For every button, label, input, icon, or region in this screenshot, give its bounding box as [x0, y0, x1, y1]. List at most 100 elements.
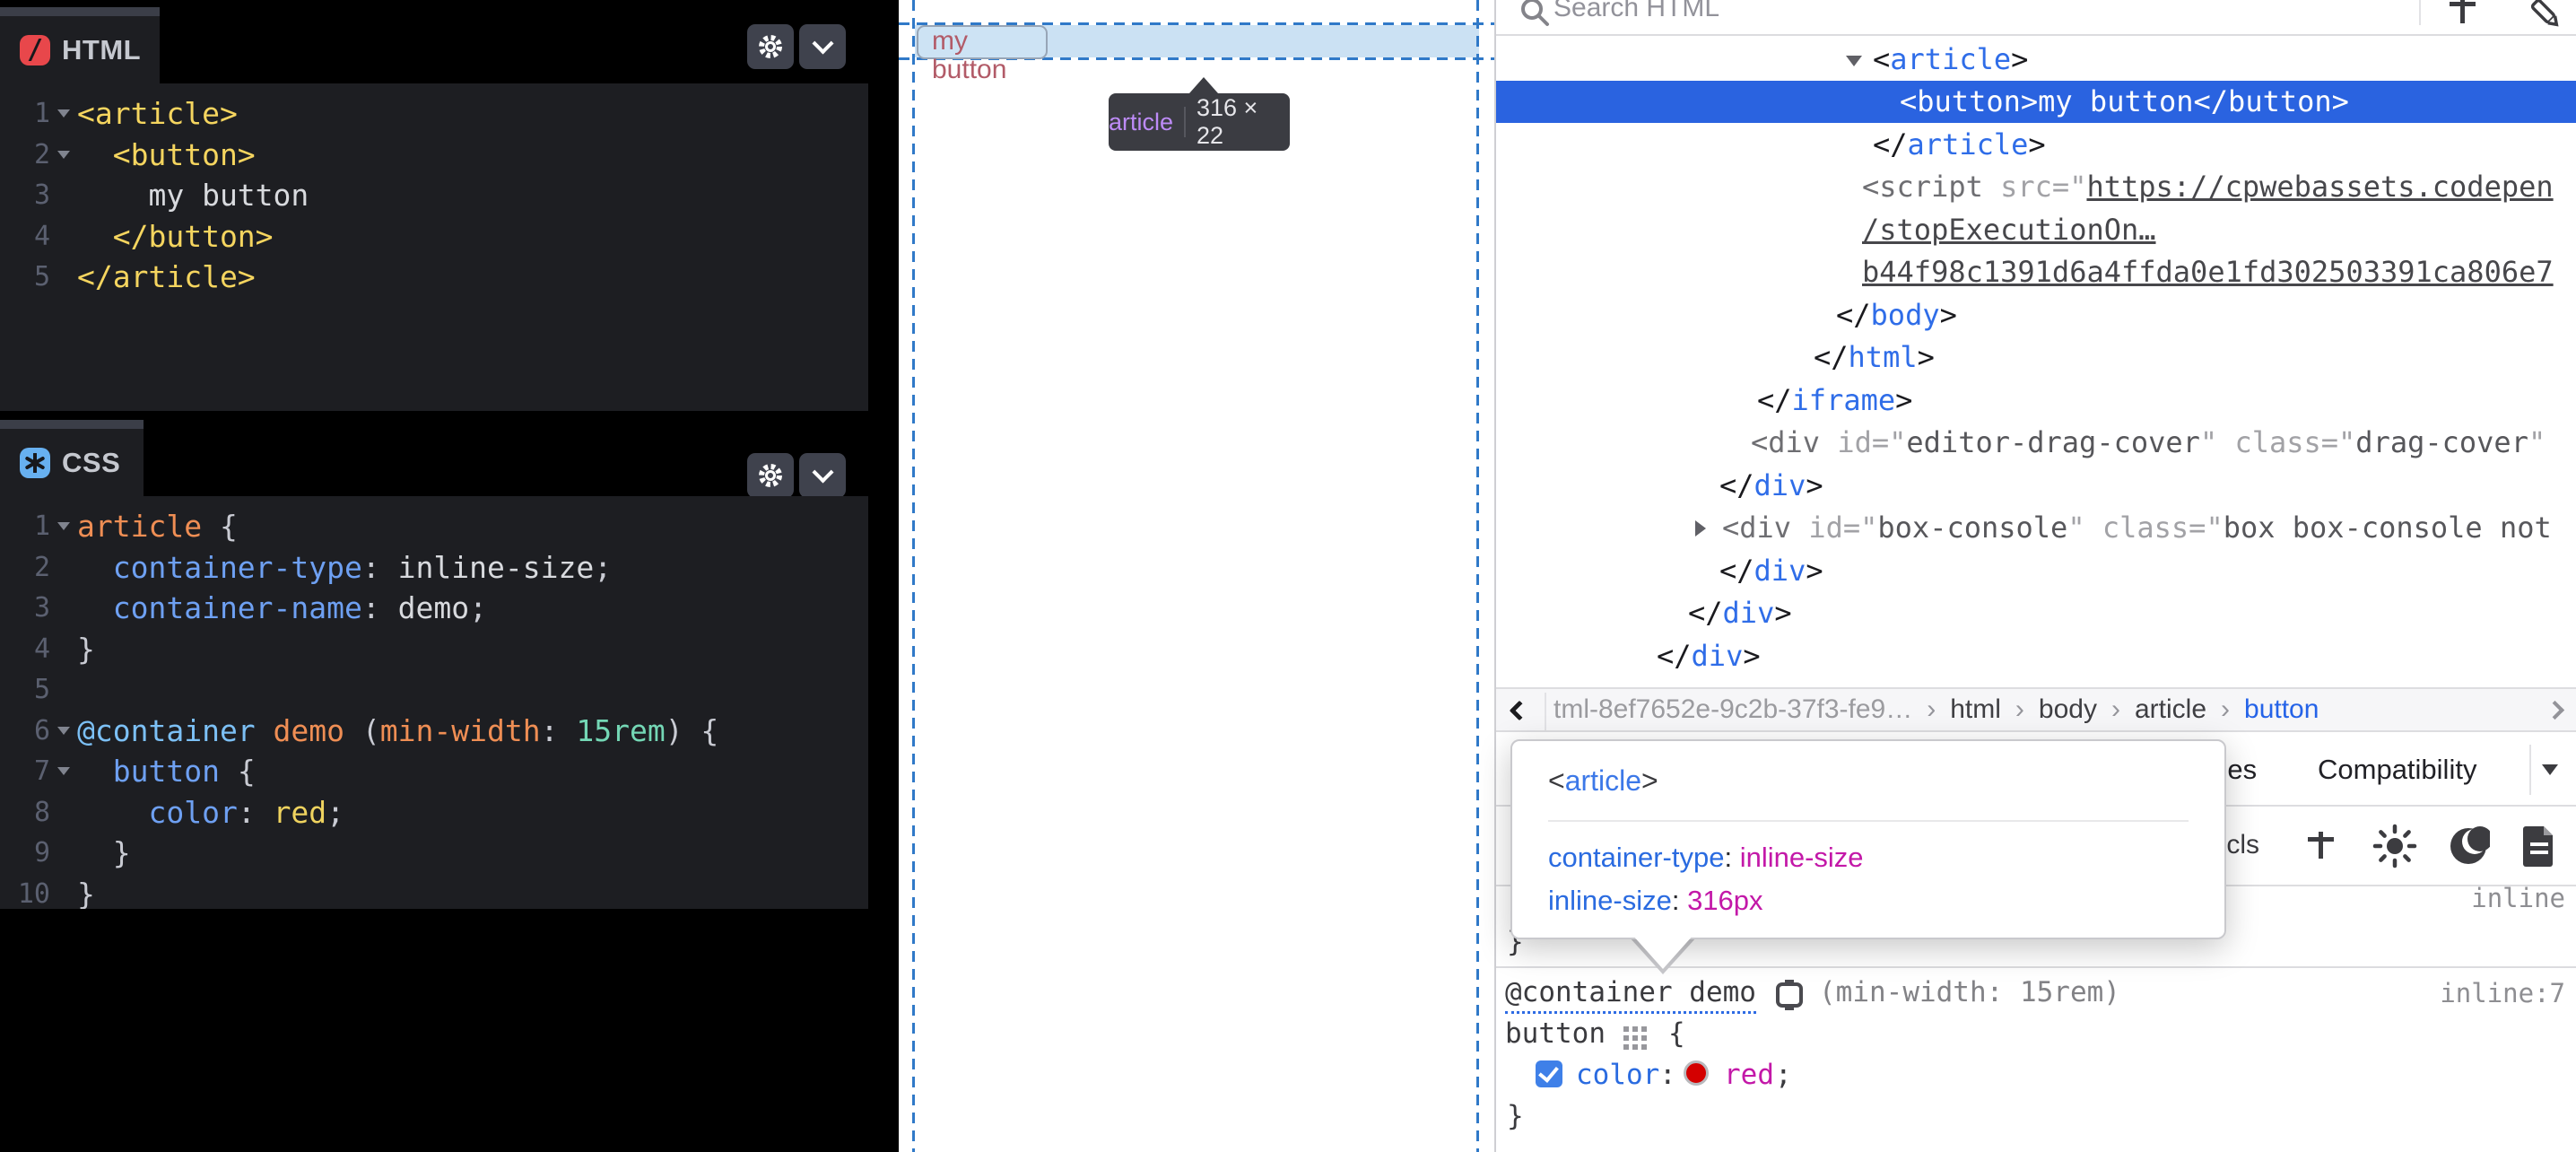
popup-divider: [1548, 820, 2189, 822]
html-settings-button[interactable]: [747, 24, 794, 69]
fold-icon[interactable]: [50, 767, 77, 775]
editor-line[interactable]: 9 }: [0, 833, 868, 874]
markup-search-row: Search HTML: [1496, 0, 2576, 36]
tab-html-editor[interactable]: / HTML: [0, 16, 160, 83]
editor-line[interactable]: 5: [0, 669, 868, 711]
script-src-link[interactable]: /stopExecutionOn…: [1862, 213, 2156, 247]
breadcrumb: tml-8ef7652e-9c2b-37f3-fe9…›html›body›ar…: [1496, 687, 2576, 732]
markup-token: ": [2528, 425, 2546, 459]
breadcrumb-item-html[interactable]: html: [1950, 694, 2001, 725]
markup-token: " class=": [2200, 425, 2355, 459]
markup-row[interactable]: </html>: [1496, 336, 2576, 380]
markup-row[interactable]: b44f98c1391d6a4ffda0e1fd302503391ca806e7: [1496, 251, 2576, 294]
markup-token: </: [1814, 340, 1849, 374]
expand-arrow-closed-icon[interactable]: [1695, 520, 1706, 537]
markup-token: article: [1890, 42, 2011, 76]
markup-token: box box-console not: [2224, 511, 2552, 545]
breadcrumb-item-button[interactable]: button: [2244, 694, 2319, 725]
color-swatch[interactable]: [1684, 1060, 1709, 1086]
markup-token: <div: [1722, 511, 1808, 545]
breadcrumb-prev-icon[interactable]: [1510, 701, 1530, 721]
code-text: container-type: inline-size;: [77, 550, 612, 585]
breadcrumb-separator-glyph: ›: [1927, 694, 1936, 725]
grid-toggle-icon[interactable]: [1623, 1026, 1629, 1032]
html-editor-label: HTML: [62, 34, 141, 66]
markup-token: editor-drag-cover: [1906, 425, 2200, 459]
tab-compatibility[interactable]: Compatibility: [2318, 754, 2476, 786]
preview-my-button[interactable]: my button: [917, 25, 1048, 59]
editor-line[interactable]: 10}: [0, 874, 868, 910]
markup-row[interactable]: </iframe>: [1496, 379, 2576, 422]
markup-row[interactable]: </article>: [1496, 123, 2576, 166]
pick-element-icon[interactable]: [2520, 0, 2562, 34]
container-query-icon[interactable]: [1772, 978, 1806, 1012]
markup-row[interactable]: <article>: [1496, 38, 2576, 81]
editor-line[interactable]: 3 container-name: demo;: [0, 588, 868, 629]
script-src-link[interactable]: https://cpwebassets.codepen: [2086, 170, 2553, 204]
light-theme-icon[interactable]: [2371, 823, 2418, 869]
html-collapse-button[interactable]: [799, 24, 846, 69]
breadcrumb-item-body[interactable]: body: [2039, 694, 2097, 725]
add-node-icon[interactable]: [2449, 0, 2476, 23]
code-text: color: red;: [77, 795, 344, 830]
editor-line[interactable]: 4}: [0, 629, 868, 670]
breadcrumb-item-tml-8ef7652e-9c2b-37f3-fe9-[interactable]: tml-8ef7652e-9c2b-37f3-fe9…: [1553, 694, 1912, 725]
markup-token: div: [1692, 639, 1744, 673]
markup-row[interactable]: </div>: [1496, 592, 2576, 635]
breadcrumb-next-icon[interactable]: [2546, 701, 2564, 720]
fold-icon[interactable]: [50, 727, 77, 735]
chevron-down-icon: [812, 32, 833, 54]
fold-icon[interactable]: [50, 522, 77, 530]
markup-row[interactable]: </div>: [1496, 634, 2576, 677]
markup-row[interactable]: </div>: [1496, 464, 2576, 507]
line-number: 2: [0, 139, 50, 170]
editor-line[interactable]: 1article {: [0, 506, 868, 547]
search-input[interactable]: Search HTML: [1553, 0, 1719, 23]
editor-line[interactable]: 8 color: red;: [0, 792, 868, 833]
tab-css-editor[interactable]: CSS: [0, 429, 144, 496]
declaration-checkbox[interactable]: [1536, 1060, 1562, 1087]
declaration-property[interactable]: color: [1576, 1059, 1659, 1091]
editor-line[interactable]: 3 my button: [0, 175, 868, 216]
container-source-link[interactable]: inline:7: [2440, 978, 2565, 1008]
dark-theme-icon[interactable]: [2447, 825, 2490, 868]
line-number: 4: [0, 633, 50, 665]
declaration-value[interactable]: red: [1724, 1059, 1774, 1091]
css-collapse-button[interactable]: [799, 453, 846, 498]
add-rule-icon[interactable]: [2307, 832, 2334, 859]
css-settings-button[interactable]: [747, 453, 794, 498]
editor-line[interactable]: 6@container demo (min-width: 15rem) {: [0, 711, 868, 752]
size-tooltip-separator: [1184, 107, 1186, 137]
markup-row[interactable]: /stopExecutionOn…: [1496, 208, 2576, 251]
markup-token: id=": [1837, 425, 1906, 459]
markup-view: <article><button>my button</button></art…: [1496, 38, 2576, 680]
editor-line[interactable]: 4 </button>: [0, 216, 868, 257]
markup-row[interactable]: </div>: [1496, 549, 2576, 592]
markup-row[interactable]: <div id="editor-drag-cover" class="drag-…: [1496, 422, 2576, 465]
markup-row[interactable]: </body>: [1496, 293, 2576, 336]
print-simulation-icon[interactable]: [2520, 823, 2558, 869]
fold-icon[interactable]: [50, 109, 77, 118]
size-tooltip: article 316 × 22: [1109, 93, 1290, 151]
script-src-link[interactable]: b44f98c1391d6a4ffda0e1fd302503391ca806e7: [1862, 255, 2554, 289]
breadcrumb-item-article[interactable]: article: [2135, 694, 2206, 725]
markup-token: body: [1871, 298, 1940, 332]
container-rule-name[interactable]: @container demo: [1505, 976, 1756, 1014]
tabs-overflow-icon[interactable]: [2542, 764, 2558, 775]
editor-line[interactable]: 5</article>: [0, 257, 868, 298]
editor-line[interactable]: 7 button {: [0, 751, 868, 792]
editor-line[interactable]: 1<article>: [0, 93, 868, 135]
css-code-area[interactable]: 1article {2 container-type: inline-size;…: [0, 496, 868, 909]
markup-row[interactable]: <script src="https://cpwebassets.codepen: [1496, 166, 2576, 209]
html-code-area[interactable]: 1<article>2 <button>3 my button4 </butto…: [0, 83, 868, 411]
editor-line[interactable]: 2 <button>: [0, 135, 868, 176]
expand-arrow-open-icon[interactable]: [1846, 56, 1862, 66]
fold-icon[interactable]: [50, 151, 77, 159]
rule-source-link[interactable]: inline: [2471, 883, 2565, 913]
editor-line[interactable]: 2 container-type: inline-size;: [0, 547, 868, 589]
guide-line-left: [912, 0, 915, 1152]
markup-token: </: [1688, 596, 1723, 630]
markup-row[interactable]: <div id="box-console" class="box box-con…: [1496, 507, 2576, 550]
app-root: / HTML 1<article>2 <button>3 my button4 …: [0, 0, 2576, 1152]
markup-row-selected[interactable]: <button>my button</button>: [1496, 81, 2576, 124]
